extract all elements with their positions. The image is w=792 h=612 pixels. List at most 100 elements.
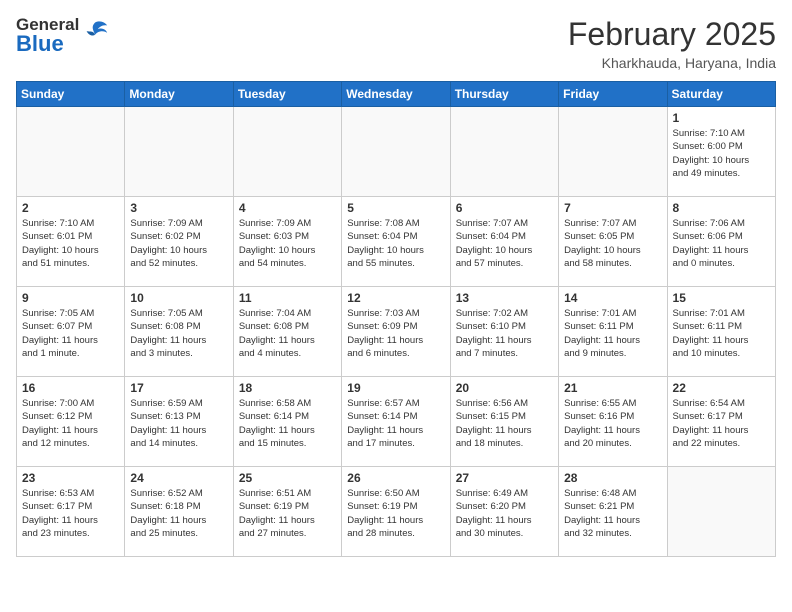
calendar-cell: 6Sunrise: 7:07 AMSunset: 6:04 PMDaylight… [450,197,558,287]
day-info: Sunrise: 6:50 AMSunset: 6:19 PMDaylight:… [347,487,444,540]
calendar-cell: 4Sunrise: 7:09 AMSunset: 6:03 PMDaylight… [233,197,341,287]
day-number: 11 [239,291,336,305]
day-info: Sunrise: 7:10 AMSunset: 6:01 PMDaylight:… [22,217,119,270]
calendar-cell [450,107,558,197]
day-info: Sunrise: 7:08 AMSunset: 6:04 PMDaylight:… [347,217,444,270]
calendar-cell: 12 Sunrise: 7:03 AMSunset: 6:09 PMDayligh… [342,287,450,377]
calendar-cell: 18 Sunrise: 6:58 AMSunset: 6:14 PMDayligh… [233,377,341,467]
calendar-cell: 1Sunrise: 7:10 AMSunset: 6:00 PMDaylight… [667,107,775,197]
calendar-cell: 10 Sunrise: 7:05 AMSunset: 6:08 PMDayligh… [125,287,233,377]
calendar-cell: 3 Sunrise: 7:09 AMSunset: 6:02 PMDaylight… [125,197,233,287]
calendar-cell: 22Sunrise: 6:54 AMSunset: 6:17 PMDayligh… [667,377,775,467]
day-info: Sunrise: 6:53 AMSunset: 6:17 PMDaylight:… [22,487,119,540]
calendar-cell: 25 Sunrise: 6:51 AMSunset: 6:19 PMDayligh… [233,467,341,557]
calendar-header-row: SundayMondayTuesdayWednesdayThursdayFrid… [17,82,776,107]
day-info: Sunrise: 6:54 AMSunset: 6:17 PMDaylight:… [673,397,770,450]
calendar-cell [667,467,775,557]
day-number: 15 [673,291,770,305]
calendar-week-row: 16 Sunrise: 7:00 AMSunset: 6:12 PMDayligh… [17,377,776,467]
logo: General Blue [16,16,109,55]
calendar-cell [559,107,667,197]
day-info: Sunrise: 7:03 AMSunset: 6:09 PMDaylight:… [347,307,444,360]
calendar-cell: 27 Sunrise: 6:49 AMSunset: 6:20 PMDayligh… [450,467,558,557]
calendar-cell: 28Sunrise: 6:48 AMSunset: 6:21 PMDayligh… [559,467,667,557]
day-info: Sunrise: 6:59 AMSunset: 6:13 PMDaylight:… [130,397,227,450]
weekday-header-sunday: Sunday [17,82,125,107]
calendar-cell: 2 Sunrise: 7:10 AMSunset: 6:01 PMDaylight… [17,197,125,287]
calendar-week-row: 9 Sunrise: 7:05 AMSunset: 6:07 PMDaylight… [17,287,776,377]
day-info: Sunrise: 7:09 AMSunset: 6:02 PMDaylight:… [130,217,227,270]
calendar-cell: 8 Sunrise: 7:06 AMSunset: 6:06 PMDaylight… [667,197,775,287]
day-number: 20 [456,381,553,395]
calendar-week-row: 23 Sunrise: 6:53 AMSunset: 6:17 PMDayligh… [17,467,776,557]
day-info: Sunrise: 6:52 AMSunset: 6:18 PMDaylight:… [130,487,227,540]
day-number: 3 [130,201,227,215]
title-section: February 2025 Kharkhauda, Haryana, India [568,16,776,71]
calendar-cell: 15 Sunrise: 7:01 AMSunset: 6:11 PMDayligh… [667,287,775,377]
day-number: 28 [564,471,661,485]
month-title: February 2025 [568,16,776,53]
day-info: Sunrise: 7:01 AMSunset: 6:11 PMDaylight:… [673,307,770,360]
logo-bird-icon [81,18,109,46]
day-number: 21 [564,381,661,395]
day-info: Sunrise: 6:49 AMSunset: 6:20 PMDaylight:… [456,487,553,540]
day-number: 23 [22,471,119,485]
day-info: Sunrise: 7:00 AMSunset: 6:12 PMDaylight:… [22,397,119,450]
day-info: Sunrise: 6:57 AMSunset: 6:14 PMDaylight:… [347,397,444,450]
day-number: 27 [456,471,553,485]
day-number: 6 [456,201,553,215]
calendar-cell: 23 Sunrise: 6:53 AMSunset: 6:17 PMDayligh… [17,467,125,557]
weekday-header-thursday: Thursday [450,82,558,107]
day-info: Sunrise: 7:06 AMSunset: 6:06 PMDaylight:… [673,217,770,270]
logo-text: General Blue [16,16,79,55]
calendar-week-row: 1Sunrise: 7:10 AMSunset: 6:00 PMDaylight… [17,107,776,197]
day-info: Sunrise: 7:04 AMSunset: 6:08 PMDaylight:… [239,307,336,360]
calendar-cell: 24 Sunrise: 6:52 AMSunset: 6:18 PMDayligh… [125,467,233,557]
day-info: Sunrise: 7:09 AMSunset: 6:03 PMDaylight:… [239,217,336,270]
day-info: Sunrise: 7:07 AMSunset: 6:05 PMDaylight:… [564,217,661,270]
day-number: 16 [22,381,119,395]
day-number: 12 [347,291,444,305]
day-number: 10 [130,291,227,305]
day-number: 14 [564,291,661,305]
day-info: Sunrise: 7:05 AMSunset: 6:07 PMDaylight:… [22,307,119,360]
calendar-cell: 5 Sunrise: 7:08 AMSunset: 6:04 PMDaylight… [342,197,450,287]
day-number: 19 [347,381,444,395]
page-header: General Blue February 2025 Kharkhauda, H… [16,16,776,71]
day-number: 24 [130,471,227,485]
day-info: Sunrise: 7:05 AMSunset: 6:08 PMDaylight:… [130,307,227,360]
day-number: 5 [347,201,444,215]
day-number: 8 [673,201,770,215]
day-info: Sunrise: 6:51 AMSunset: 6:19 PMDaylight:… [239,487,336,540]
calendar-cell: 13Sunrise: 7:02 AMSunset: 6:10 PMDayligh… [450,287,558,377]
weekday-header-tuesday: Tuesday [233,82,341,107]
calendar-cell [233,107,341,197]
calendar-cell: 17Sunrise: 6:59 AMSunset: 6:13 PMDayligh… [125,377,233,467]
weekday-header-wednesday: Wednesday [342,82,450,107]
calendar-cell: 14 Sunrise: 7:01 AMSunset: 6:11 PMDayligh… [559,287,667,377]
day-number: 18 [239,381,336,395]
day-number: 25 [239,471,336,485]
calendar-week-row: 2 Sunrise: 7:10 AMSunset: 6:01 PMDaylight… [17,197,776,287]
day-number: 9 [22,291,119,305]
calendar-cell: 9 Sunrise: 7:05 AMSunset: 6:07 PMDaylight… [17,287,125,377]
day-info: Sunrise: 7:01 AMSunset: 6:11 PMDaylight:… [564,307,661,360]
weekday-header-monday: Monday [125,82,233,107]
day-info: Sunrise: 6:56 AMSunset: 6:15 PMDaylight:… [456,397,553,450]
weekday-header-saturday: Saturday [667,82,775,107]
day-number: 13 [456,291,553,305]
calendar-cell [125,107,233,197]
logo-blue-text: Blue [16,33,79,55]
calendar-cell: 16 Sunrise: 7:00 AMSunset: 6:12 PMDayligh… [17,377,125,467]
day-number: 26 [347,471,444,485]
calendar-cell: 26 Sunrise: 6:50 AMSunset: 6:19 PMDayligh… [342,467,450,557]
calendar-cell: 11 Sunrise: 7:04 AMSunset: 6:08 PMDayligh… [233,287,341,377]
calendar-cell [342,107,450,197]
calendar-cell: 20 Sunrise: 6:56 AMSunset: 6:15 PMDayligh… [450,377,558,467]
weekday-header-friday: Friday [559,82,667,107]
day-info: Sunrise: 7:10 AMSunset: 6:00 PMDaylight:… [673,127,770,180]
day-info: Sunrise: 6:58 AMSunset: 6:14 PMDaylight:… [239,397,336,450]
location: Kharkhauda, Haryana, India [568,55,776,71]
day-number: 2 [22,201,119,215]
calendar-cell [17,107,125,197]
